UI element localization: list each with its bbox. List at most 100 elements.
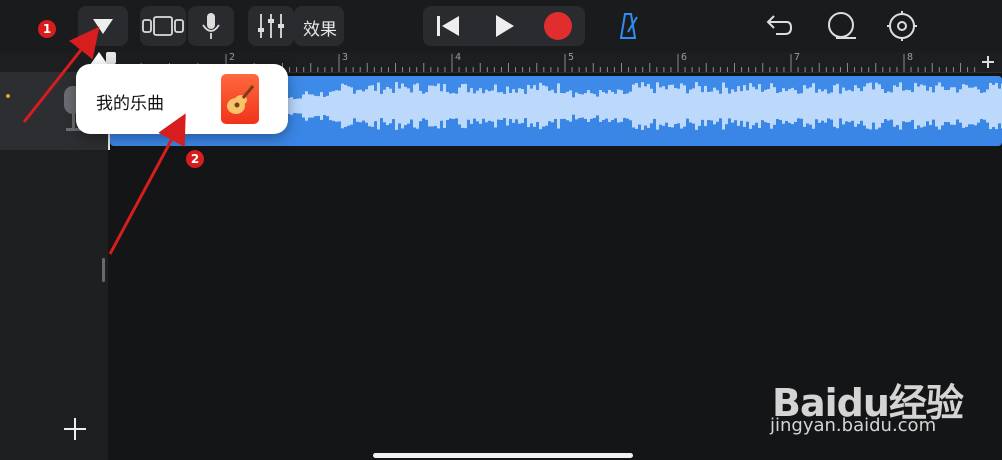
waveform-bar bbox=[377, 82, 380, 130]
waveform-bar bbox=[680, 83, 683, 129]
waveform-bar bbox=[755, 89, 758, 123]
waveform-bar bbox=[962, 84, 965, 128]
garageband-app-icon[interactable] bbox=[221, 74, 259, 124]
waveform-bar bbox=[443, 84, 446, 128]
add-section-icon[interactable] bbox=[980, 54, 996, 70]
ruler-mark: 5 bbox=[568, 52, 575, 63]
waveform-bar bbox=[917, 86, 920, 126]
waveform-bar bbox=[533, 85, 536, 127]
waveform-bar bbox=[785, 90, 788, 122]
waveform-bar bbox=[959, 89, 962, 123]
my-songs-popover[interactable]: 我的乐曲 bbox=[76, 64, 288, 134]
waveform-bar bbox=[503, 93, 506, 119]
waveform-bar bbox=[845, 90, 848, 122]
waveform-bar bbox=[740, 91, 743, 121]
waveform-bar bbox=[368, 85, 371, 127]
waveform-bar bbox=[305, 91, 308, 121]
waveform-bar bbox=[395, 82, 398, 130]
ruler-mark: 3 bbox=[342, 52, 349, 63]
waveform-bar bbox=[515, 92, 518, 120]
waveform-bar bbox=[353, 93, 356, 119]
record-icon[interactable] bbox=[538, 6, 578, 46]
waveform-bar bbox=[983, 92, 986, 120]
browser-dropdown-button[interactable] bbox=[78, 6, 128, 46]
loop-icon[interactable] bbox=[822, 6, 862, 46]
waveform-bar bbox=[467, 92, 470, 120]
waveform-bar bbox=[869, 82, 872, 130]
waveform-bar bbox=[482, 93, 485, 119]
waveform-bar bbox=[536, 89, 539, 123]
waveform-bar bbox=[731, 89, 734, 123]
home-indicator[interactable] bbox=[373, 453, 633, 458]
my-songs-label[interactable]: 我的乐曲 bbox=[96, 89, 164, 114]
waveform-bar bbox=[422, 93, 425, 119]
waveform-bar bbox=[728, 93, 731, 119]
waveform-bar bbox=[566, 91, 569, 121]
waveform-bar bbox=[902, 90, 905, 122]
waveform-bar bbox=[752, 86, 755, 126]
waveform-bar bbox=[812, 83, 815, 129]
baidu-watermark-url: jingyan.baidu.com bbox=[770, 415, 937, 436]
waveform-bar bbox=[767, 88, 770, 124]
effects-button[interactable]: 效果 bbox=[294, 6, 344, 46]
waveform-bar bbox=[323, 96, 326, 116]
waveform-bar bbox=[404, 86, 407, 126]
waveform-bar bbox=[746, 90, 749, 122]
waveform-bar bbox=[830, 92, 833, 120]
waveform-bar bbox=[605, 93, 608, 119]
settings-icon[interactable] bbox=[882, 6, 922, 46]
play-icon[interactable] bbox=[484, 6, 524, 46]
waveform-bar bbox=[644, 86, 647, 126]
waveform-bar bbox=[341, 83, 344, 129]
waveform-bar bbox=[488, 91, 491, 121]
mixer-button[interactable] bbox=[248, 6, 294, 46]
waveform-bar bbox=[758, 84, 761, 128]
waveform-bar bbox=[581, 94, 584, 118]
instrument-button[interactable] bbox=[188, 6, 234, 46]
waveform-bar bbox=[362, 91, 365, 121]
undo-icon[interactable] bbox=[758, 6, 798, 46]
waveform-bar bbox=[437, 83, 440, 129]
waveform-bar bbox=[719, 93, 722, 119]
waveform-bar bbox=[311, 94, 314, 118]
metronome-icon[interactable] bbox=[608, 6, 648, 46]
waveform-bar bbox=[989, 82, 992, 130]
waveform-bar bbox=[683, 85, 686, 127]
waveform-bar bbox=[302, 94, 305, 118]
waveform-bar bbox=[716, 90, 719, 122]
waveform-bar bbox=[473, 93, 476, 119]
waveform-bar bbox=[659, 87, 662, 125]
waveform-bar bbox=[569, 90, 572, 122]
waveform-bar bbox=[530, 88, 533, 124]
waveform-bar bbox=[338, 90, 341, 122]
waveform-bar bbox=[890, 92, 893, 120]
waveform-bar bbox=[602, 92, 605, 120]
waveform-bar bbox=[857, 88, 860, 124]
waveform-bar bbox=[326, 95, 329, 117]
add-track-icon[interactable] bbox=[62, 416, 88, 442]
waveform-bar bbox=[575, 92, 578, 120]
waveform-bar bbox=[992, 84, 995, 128]
tracks-view-button[interactable] bbox=[140, 6, 186, 46]
waveform-bar bbox=[773, 87, 776, 125]
waveform-bar bbox=[551, 89, 554, 123]
resize-handle[interactable] bbox=[102, 258, 105, 282]
waveform-bar bbox=[923, 85, 926, 127]
waveform-bar bbox=[881, 89, 884, 123]
waveform-bar bbox=[620, 90, 623, 122]
waveform-bar bbox=[635, 83, 638, 129]
waveform-bar bbox=[818, 89, 821, 123]
waveform-bar bbox=[371, 85, 374, 127]
waveform-bar bbox=[806, 88, 809, 124]
waveform-bar bbox=[650, 88, 653, 124]
waveform-bar bbox=[929, 86, 932, 126]
waveform-bar bbox=[986, 89, 989, 123]
ruler-mark: 6 bbox=[681, 52, 688, 63]
track-list-empty-area bbox=[0, 150, 108, 460]
top-toolbar: 效果 bbox=[0, 0, 1002, 52]
go-to-start-icon[interactable] bbox=[428, 6, 468, 46]
waveform-bar bbox=[446, 91, 449, 121]
waveform-bar bbox=[953, 87, 956, 125]
waveform-bar bbox=[350, 87, 353, 125]
waveform-bar bbox=[560, 93, 563, 119]
